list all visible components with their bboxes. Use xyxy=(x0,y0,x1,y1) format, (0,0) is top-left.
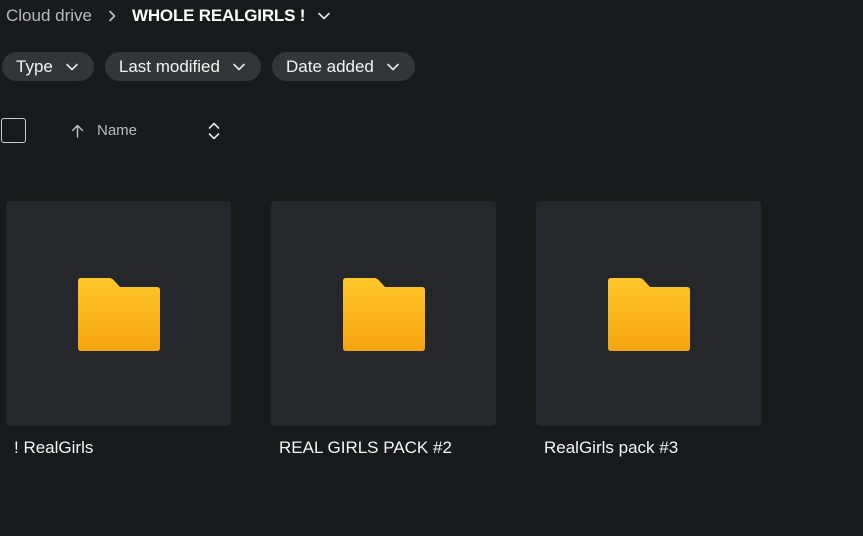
arrow-up-icon[interactable] xyxy=(70,123,85,139)
select-all-checkbox[interactable] xyxy=(1,118,26,143)
folder-thumbnail xyxy=(536,201,761,426)
sort-row: Name xyxy=(1,118,231,145)
folder-thumbnail xyxy=(6,201,231,426)
filter-label: Last modified xyxy=(118,56,220,76)
breadcrumb-current-folder[interactable]: WHOLE REALGIRLS ! xyxy=(132,6,305,26)
filter-last-modified-button[interactable]: Last modified xyxy=(104,52,261,81)
chevron-down-icon xyxy=(232,60,246,74)
filter-bar: Type Last modified Date added xyxy=(2,52,415,81)
filter-label: Date added xyxy=(285,56,374,76)
file-browser: Cloud drive WHOLE REALGIRLS ! Type Last … xyxy=(0,0,863,536)
chevron-right-icon xyxy=(106,10,118,22)
filter-type-button[interactable]: Type xyxy=(2,52,94,81)
folder-card[interactable]: REAL GIRLS PACK #2 xyxy=(271,201,496,458)
filter-label: Type xyxy=(16,56,53,76)
folder-name: RealGirls pack #3 xyxy=(544,438,679,457)
folder-name: REAL GIRLS PACK #2 xyxy=(279,438,452,457)
sort-toggle-icon[interactable] xyxy=(206,120,222,142)
folder-icon xyxy=(77,277,160,351)
folder-icon xyxy=(342,277,425,351)
filter-date-added-button[interactable]: Date added xyxy=(271,52,415,81)
breadcrumb-root-link[interactable]: Cloud drive xyxy=(6,6,92,26)
chevron-down-icon xyxy=(65,60,79,74)
folder-card[interactable]: ! RealGirls xyxy=(6,201,231,458)
folder-thumbnail xyxy=(271,201,496,426)
chevron-down-icon[interactable] xyxy=(317,9,331,23)
breadcrumb: Cloud drive WHOLE REALGIRLS ! xyxy=(6,4,331,28)
chevron-down-icon xyxy=(386,60,400,74)
folder-grid: ! RealGirls REAL GIRLS PACK #2 RealGirls… xyxy=(6,201,761,458)
folder-name: ! RealGirls xyxy=(14,438,94,457)
sort-by-name-label[interactable]: Name xyxy=(97,122,137,139)
folder-card[interactable]: RealGirls pack #3 xyxy=(536,201,761,458)
folder-icon xyxy=(607,277,690,351)
